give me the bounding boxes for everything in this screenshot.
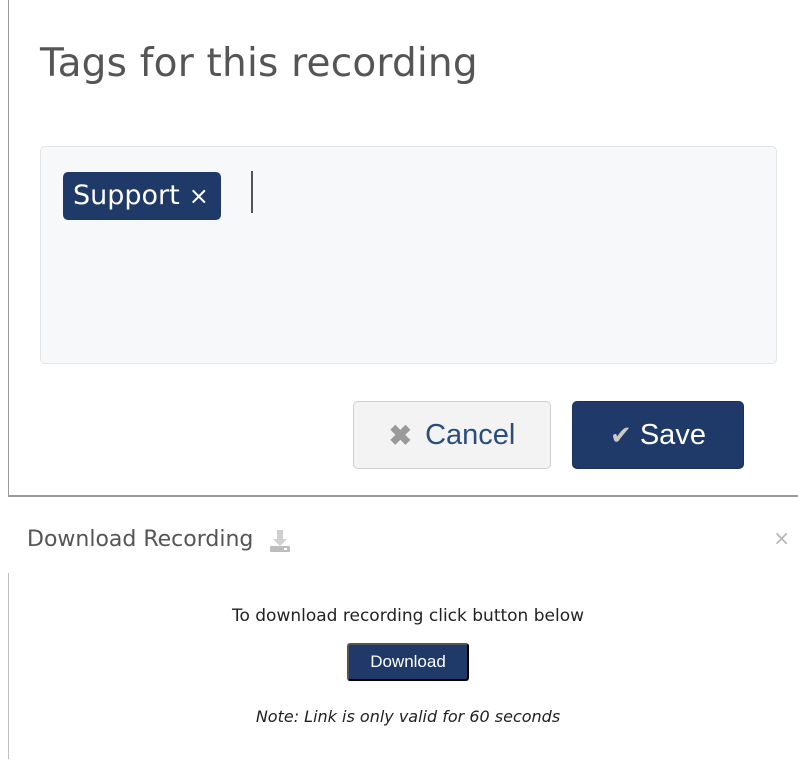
download-panel: Download Recording × To download recordi… xyxy=(0,500,798,761)
tag-chip-label: Support xyxy=(73,180,180,211)
text-caret xyxy=(251,171,253,213)
tag-remove-icon[interactable]: × xyxy=(189,172,209,220)
cancel-button-label: Cancel xyxy=(425,418,516,451)
save-button[interactable]: ✔ Save xyxy=(572,401,744,469)
tags-input-box[interactable]: Support × xyxy=(40,146,777,364)
download-panel-left-border xyxy=(8,573,9,759)
tag-chip-support: Support × xyxy=(63,172,221,220)
download-button[interactable]: Download xyxy=(347,643,469,681)
download-note: Note: Link is only valid for 60 seconds xyxy=(255,707,561,726)
close-icon[interactable]: × xyxy=(773,528,790,548)
download-tray-icon xyxy=(270,530,291,552)
page-root: Tags for this recording Support × ✖ Canc… xyxy=(0,0,798,761)
download-panel-title-text: Download Recording xyxy=(27,527,254,552)
download-panel-title: Download Recording xyxy=(27,522,293,558)
cancel-button[interactable]: ✖ Cancel xyxy=(353,401,551,469)
download-instruction: To download recording click button below xyxy=(231,606,585,626)
save-button-label: Save xyxy=(639,418,706,451)
panel-left-border xyxy=(8,0,9,496)
tags-panel-title: Tags for this recording xyxy=(40,41,478,86)
times-icon: ✖ xyxy=(388,419,413,451)
tags-panel: Tags for this recording Support × ✖ Canc… xyxy=(0,0,798,497)
check-icon: ✔ xyxy=(610,419,632,450)
panel-bottom-border xyxy=(8,495,798,497)
